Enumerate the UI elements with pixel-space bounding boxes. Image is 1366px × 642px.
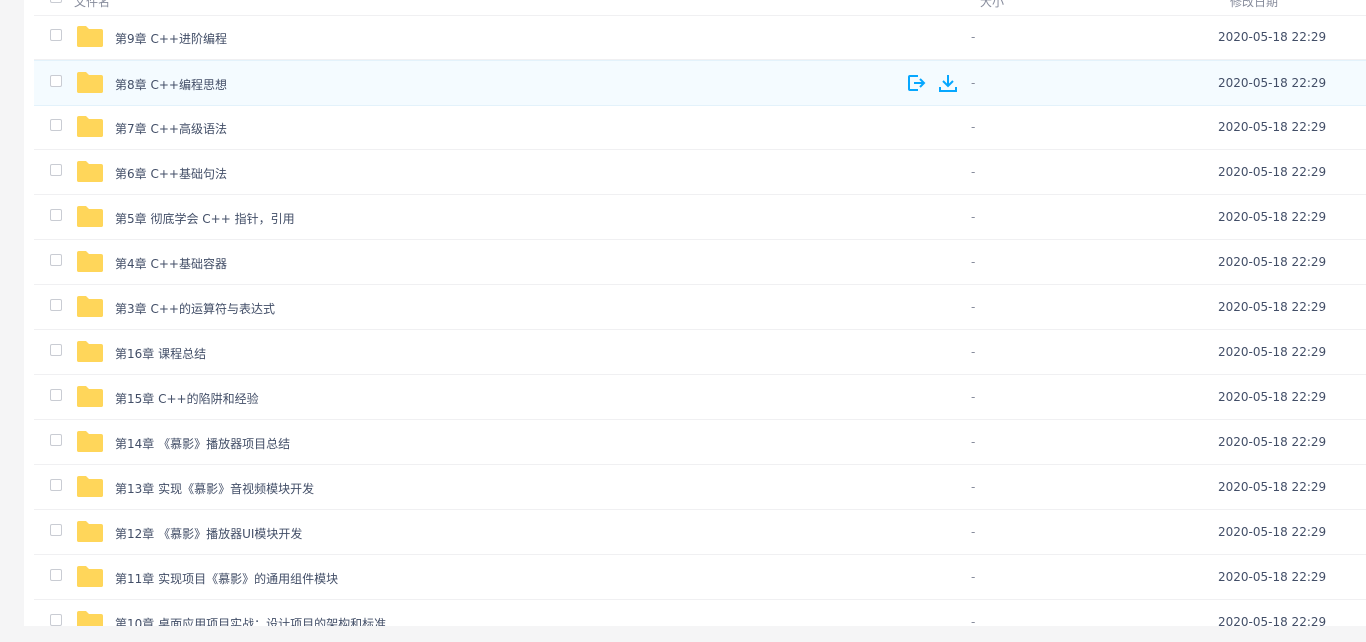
file-date: 2020-05-18 22:29 [1218,480,1327,494]
file-size: - [971,390,976,404]
file-name[interactable]: 第16章 课程总结 [115,345,206,362]
file-row[interactable]: 第5章 彻底学会 C++ 指针，引用 - 2020-05-18 22:29 [34,195,1366,240]
file-row[interactable]: 第16章 课程总结 - 2020-05-18 22:29 [34,330,1366,375]
file-name[interactable]: 第12章 《慕影》播放器UI模块开发 [115,525,302,542]
file-size: - [971,76,976,90]
file-name[interactable]: 第9章 C++进阶编程 [115,30,227,47]
name-column-header[interactable]: 文件名 [74,0,110,10]
file-size: - [971,525,976,539]
share-icon[interactable] [904,71,928,95]
row-checkbox[interactable] [50,299,62,311]
file-date: 2020-05-18 22:29 [1218,76,1327,90]
row-checkbox[interactable] [50,344,62,356]
file-name[interactable]: 第8章 C++编程思想 [115,76,227,93]
row-checkbox[interactable] [50,29,62,41]
file-name[interactable]: 第10章 桌面应用项目实战：设计项目的架构和标准 [115,615,386,626]
row-checkbox[interactable] [50,164,62,176]
folder-icon[interactable] [76,25,104,48]
file-date: 2020-05-18 22:29 [1218,210,1327,224]
row-actions [904,71,964,95]
file-size: - [971,480,976,494]
file-date: 2020-05-18 22:29 [1218,345,1327,359]
folder-icon[interactable] [76,115,104,138]
folder-icon[interactable] [76,160,104,183]
file-name[interactable]: 第5章 彻底学会 C++ 指针，引用 [115,210,295,227]
file-row[interactable]: 第4章 C++基础容器 - 2020-05-18 22:29 [34,240,1366,285]
file-row[interactable]: 第8章 C++编程思想 - 2020-05-18 22:29 [34,60,1366,106]
row-checkbox[interactable] [50,569,62,581]
file-list-panel: 文件名 大小 修改日期 第9章 C++进阶编程 - 2020-05-18 22:29… [24,0,1366,626]
folder-icon[interactable] [76,340,104,363]
file-size: - [971,30,976,44]
file-date: 2020-05-18 22:29 [1218,435,1327,449]
folder-icon[interactable] [76,475,104,498]
file-size: - [971,570,976,584]
file-name[interactable]: 第11章 实现项目《慕影》的通用组件模块 [115,570,338,587]
file-row[interactable]: 第15章 C++的陷阱和经验 - 2020-05-18 22:29 [34,375,1366,420]
file-date: 2020-05-18 22:29 [1218,300,1327,314]
download-icon[interactable] [936,71,960,95]
row-checkbox[interactable] [50,119,62,131]
row-checkbox[interactable] [50,75,62,87]
file-size: - [971,165,976,179]
row-checkbox[interactable] [50,434,62,446]
file-date: 2020-05-18 22:29 [1218,120,1327,134]
file-row[interactable]: 第9章 C++进阶编程 - 2020-05-18 22:29 [34,15,1366,60]
file-name[interactable]: 第3章 C++的运算符与表达式 [115,300,275,317]
file-size: - [971,345,976,359]
file-size: - [971,615,976,626]
folder-icon[interactable] [76,520,104,543]
file-row[interactable]: 第13章 实现《慕影》音视频模块开发 - 2020-05-18 22:29 [34,465,1366,510]
file-date: 2020-05-18 22:29 [1218,615,1327,626]
file-date: 2020-05-18 22:29 [1218,570,1327,584]
folder-icon[interactable] [76,385,104,408]
select-all-checkbox[interactable] [50,0,62,3]
row-checkbox[interactable] [50,479,62,491]
file-date: 2020-05-18 22:29 [1218,390,1327,404]
row-checkbox[interactable] [50,389,62,401]
file-name[interactable]: 第14章 《慕影》播放器项目总结 [115,435,290,452]
file-row[interactable]: 第7章 C++高级语法 - 2020-05-18 22:29 [34,105,1366,150]
folder-icon[interactable] [76,610,104,626]
file-row[interactable]: 第6章 C++基础句法 - 2020-05-18 22:29 [34,150,1366,195]
file-name[interactable]: 第4章 C++基础容器 [115,255,227,272]
file-date: 2020-05-18 22:29 [1218,525,1327,539]
file-name[interactable]: 第13章 实现《慕影》音视频模块开发 [115,480,314,497]
file-size: - [971,300,976,314]
folder-icon[interactable] [76,430,104,453]
file-date: 2020-05-18 22:29 [1218,165,1327,179]
file-size: - [971,435,976,449]
folder-icon[interactable] [76,565,104,588]
file-row[interactable]: 第3章 C++的运算符与表达式 - 2020-05-18 22:29 [34,285,1366,330]
file-name[interactable]: 第7章 C++高级语法 [115,120,227,137]
folder-icon[interactable] [76,71,104,94]
file-name[interactable]: 第6章 C++基础句法 [115,165,227,182]
file-row[interactable]: 第12章 《慕影》播放器UI模块开发 - 2020-05-18 22:29 [34,510,1366,555]
file-list-header: 文件名 大小 修改日期 [34,0,1366,16]
file-row[interactable]: 第14章 《慕影》播放器项目总结 - 2020-05-18 22:29 [34,420,1366,465]
row-checkbox[interactable] [50,614,62,626]
folder-icon[interactable] [76,295,104,318]
file-size: - [971,120,976,134]
date-column-header[interactable]: 修改日期 [1230,0,1278,10]
file-date: 2020-05-18 22:29 [1218,255,1327,269]
row-checkbox[interactable] [50,209,62,221]
file-row[interactable]: 第10章 桌面应用项目实战：设计项目的架构和标准 - 2020-05-18 22:2… [34,600,1366,626]
row-checkbox[interactable] [50,524,62,536]
size-column-header[interactable]: 大小 [980,0,1004,10]
row-checkbox[interactable] [50,254,62,266]
file-name[interactable]: 第15章 C++的陷阱和经验 [115,390,259,407]
file-size: - [971,210,976,224]
file-size: - [971,255,976,269]
file-row[interactable]: 第11章 实现项目《慕影》的通用组件模块 - 2020-05-18 22:29 [34,555,1366,600]
folder-icon[interactable] [76,250,104,273]
folder-icon[interactable] [76,205,104,228]
file-date: 2020-05-18 22:29 [1218,30,1327,44]
